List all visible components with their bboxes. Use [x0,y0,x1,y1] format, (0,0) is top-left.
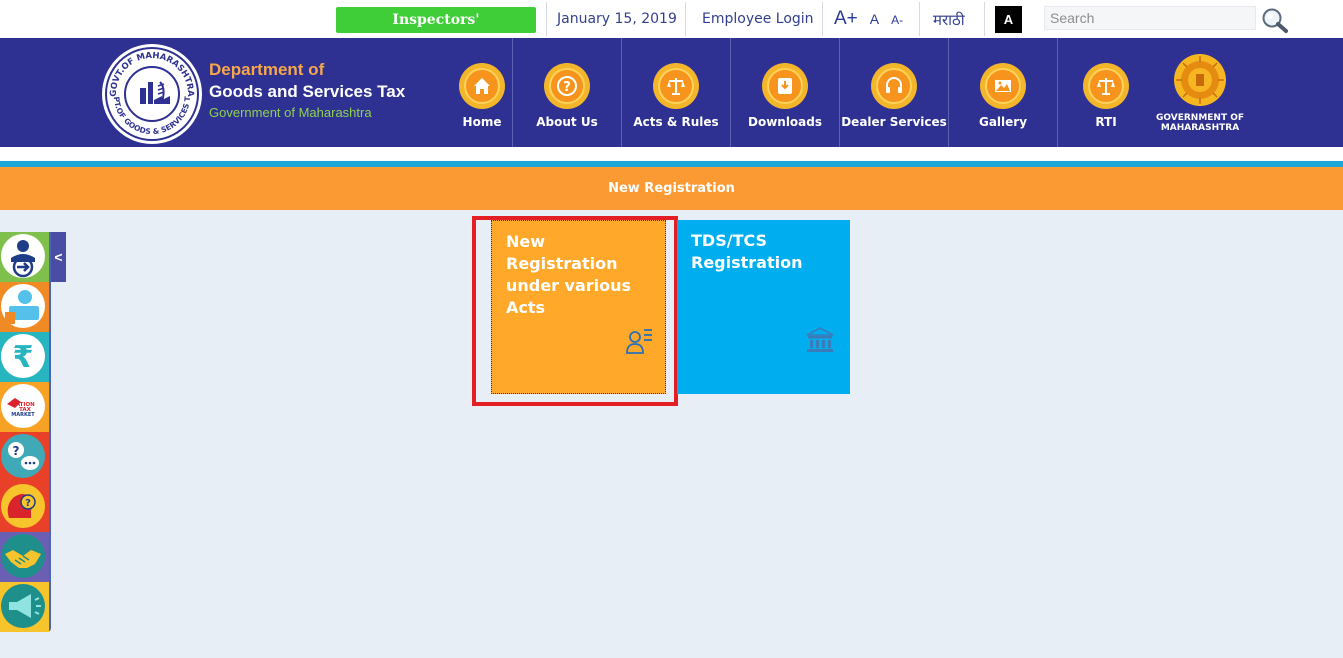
nav-label: RTI [1095,115,1117,129]
nav-label: Gallery [978,115,1028,129]
search-input[interactable] [1044,6,1256,30]
megaphone-icon [9,594,41,618]
page-title: New Registration [608,181,735,196]
divider [822,2,823,36]
tile-title: New Registration under various Acts [506,232,632,317]
tile-title: TDS/TCS Registration [691,231,803,272]
nav-divider [621,38,622,147]
scales-icon [1097,78,1115,95]
nav-label: Acts & Rules [633,115,719,129]
handshake-icon [5,550,41,568]
help-head-icon: ? [7,494,36,518]
user-computer-icon [5,290,39,324]
download-icon [778,78,792,94]
svg-text:₹: ₹ [13,340,34,375]
divider [984,2,985,36]
dept-title-line3: Government of Maharashtra [209,105,372,120]
home-icon [474,78,490,94]
question-icon: ? [557,76,577,96]
user-list-icon [626,329,652,354]
rail-faq-chat-item[interactable]: ? [0,432,49,482]
svg-text:?: ? [563,80,571,95]
svg-text:?: ? [13,444,20,458]
divider [685,2,686,36]
top-utility-bar: Inspectors' January 15, 2019 Employee Lo… [0,0,1343,38]
login-arrow-icon [11,240,35,278]
nav-label: About Us [536,115,598,129]
rail-user-computer-item[interactable] [0,282,49,332]
svg-text:MARKET: MARKET [11,412,35,418]
font-size-controls: A+ A A- [834,8,903,30]
header-spacer [0,147,1343,161]
quick-links-rail: ₹ NATION TAX MARKET ? ? [0,232,51,632]
nav-divider [730,38,731,147]
nav-label: Home [462,115,502,129]
nav-divider [839,38,840,147]
rail-handshake-item[interactable] [0,532,49,582]
rail-help-item[interactable]: ? [0,482,49,532]
font-decrease-button[interactable]: A- [891,13,903,27]
svg-text:?: ? [25,498,31,509]
rail-login-item[interactable] [0,232,49,282]
rail-collapse-toggle[interactable]: < [51,232,66,282]
high-contrast-button[interactable]: A [995,6,1022,33]
rail-announcement-item[interactable] [0,582,49,632]
new-registration-tile[interactable]: New Registration under various Acts [491,220,666,394]
dept-title-line1: Department of [209,60,325,79]
nav-gallery[interactable]: Gallery [960,38,1046,147]
nav-downloads[interactable]: Downloads [740,38,830,147]
page-banner: New Registration [0,167,1343,210]
nav-rti[interactable]: RTI [1080,38,1132,147]
nav-divider [948,38,949,147]
language-marathi-link[interactable]: मराठी [933,10,965,30]
site-header: GOVT.OF MAHARASHTRA DEPT.OF GOODS & SERV… [0,38,1343,147]
rupee-icon: ₹ [13,340,34,375]
faq-chat-icon: ? [8,442,39,470]
inspectors-button[interactable]: Inspectors' [336,7,536,33]
bank-building-icon [806,327,834,352]
scales-icon [667,78,685,95]
government-emblem-icon[interactable] [1172,52,1228,108]
divider [919,2,920,36]
nation-tax-market-logo: NATION TAX MARKET [7,398,35,418]
tds-tcs-registration-tile[interactable]: TDS/TCS Registration [677,220,850,394]
nav-home[interactable]: Home [456,38,508,147]
rail-nation-tax-market-item[interactable]: NATION TAX MARKET [0,382,49,432]
dept-title-line2: Goods and Services Tax [209,82,406,101]
department-seal-logo[interactable]: GOVT.OF MAHARASHTRA DEPT.OF GOODS & SERV… [100,42,204,146]
font-normal-button[interactable]: A [870,11,879,27]
nav-dealer-services[interactable]: Dealer Services [841,38,947,147]
nav-about-us[interactable]: ? About Us [522,38,612,147]
search-icon[interactable] [1260,6,1290,34]
current-date: January 15, 2019 [557,11,677,27]
nav-divider [512,38,513,147]
gov-maharashtra-label: GOVERNMENT OF MAHARASHTRA [1155,113,1245,133]
nav-divider [1057,38,1058,147]
image-icon [995,80,1011,92]
rail-rupee-item[interactable]: ₹ [0,332,49,382]
employee-login-link[interactable]: Employee Login [702,11,814,27]
nav-label: Dealer Services [841,115,947,129]
divider [546,2,547,36]
nav-acts-rules[interactable]: Acts & Rules [628,38,724,147]
nav-label: Downloads [747,115,823,129]
font-increase-button[interactable]: A+ [834,8,858,30]
headset-icon [886,77,902,93]
